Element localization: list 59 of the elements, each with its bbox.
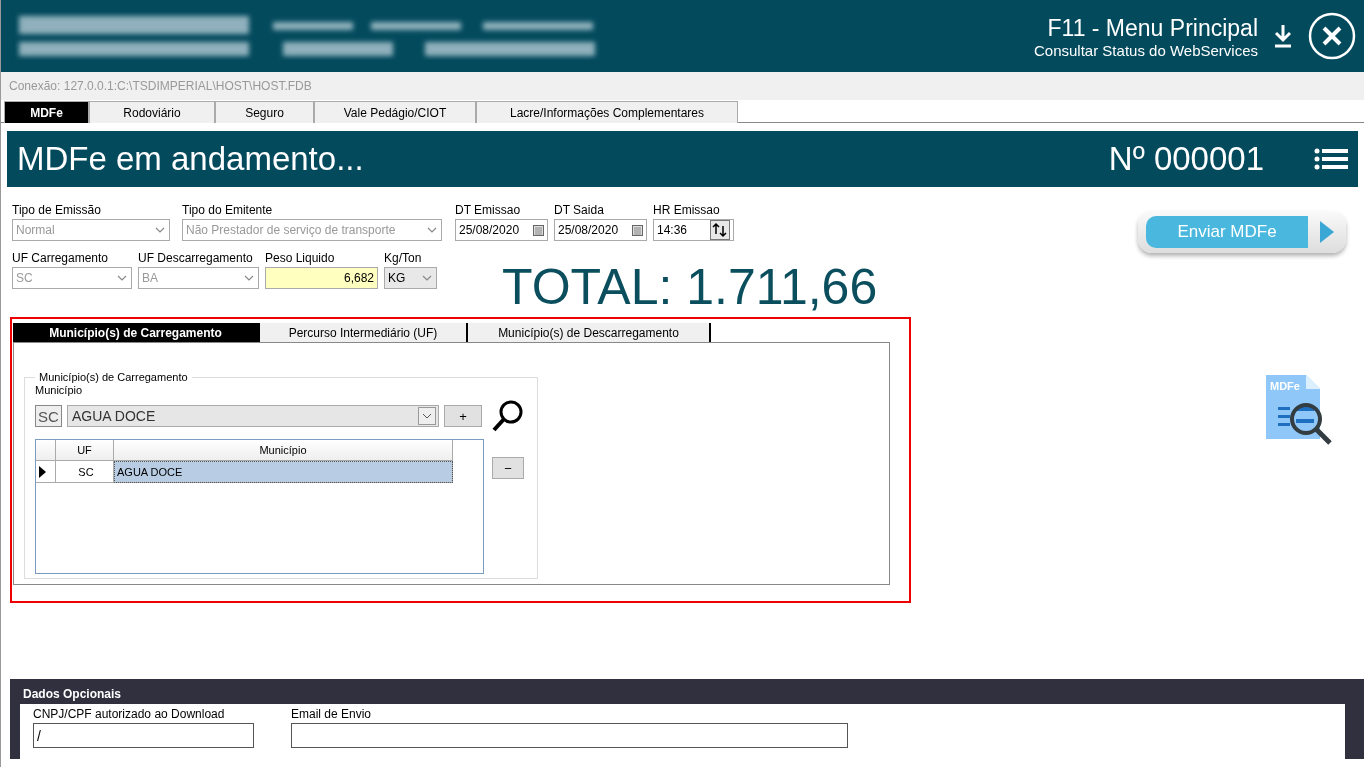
tab[interactable]: Percurso Intermediário (UF) — [260, 323, 468, 342]
tab[interactable]: Seguro — [215, 101, 314, 123]
caret-icon — [421, 274, 433, 282]
time-field[interactable]: 14:36 — [653, 219, 734, 241]
field-label: DT Saida — [554, 203, 605, 217]
field-label: Email de Envio — [291, 707, 373, 721]
menu-title: F11 - Menu Principal — [1047, 13, 1258, 42]
dropdown-field[interactable]: KG — [384, 267, 437, 289]
tab[interactable]: Município(s) de Carregamento — [13, 323, 260, 342]
field-label: Município — [35, 383, 84, 397]
connection-text: Conexão: 127.0.0.1:C:\TSDIMPERIAL\HOST\HOST.FDB — [9, 79, 312, 93]
column-header: UF — [56, 440, 114, 461]
input-field[interactable] — [291, 723, 848, 748]
tab[interactable]: Vale Pedágio/CIOT — [314, 101, 476, 123]
total-amount: TOTAL: 1.711,66 — [502, 259, 879, 315]
date-field[interactable]: 25/08/2020 — [455, 219, 548, 241]
field-label: Kg/Ton — [384, 251, 423, 265]
caret-icon — [154, 226, 166, 234]
calendar-icon[interactable] — [632, 224, 643, 236]
field-label: UF Descarregamento — [138, 251, 254, 265]
field-label: DT Emissao — [455, 203, 522, 217]
spin-icon[interactable] — [710, 220, 730, 240]
caret-icon — [426, 226, 438, 234]
field-label: HR Emissao — [653, 203, 721, 217]
status-title: MDFe em andamento... — [17, 140, 364, 178]
close-icon[interactable] — [1308, 12, 1356, 60]
field-label: Peso Liquido — [265, 251, 336, 265]
document-number: Nº 000001 — [1108, 140, 1264, 178]
field-label: CNPJ/CPF autorizado ao Download — [33, 707, 226, 721]
state-code: SC — [35, 405, 62, 427]
field-label: Tipo do Emitente — [182, 203, 274, 217]
table-cell[interactable]: AGUA DOCE — [114, 461, 453, 483]
icon-label: MDFe — [1270, 380, 1300, 392]
tab[interactable]: Lacre/Informações Complementares — [476, 101, 738, 123]
calendar-icon[interactable] — [533, 224, 544, 236]
dropdown-field[interactable]: AGUA DOCE — [67, 405, 439, 427]
search-icon[interactable] — [491, 399, 525, 433]
table-cell: SC — [56, 461, 114, 483]
input-field[interactable]: / — [33, 723, 254, 748]
add-button[interactable]: + — [444, 405, 482, 427]
list-icon[interactable] — [1314, 148, 1348, 170]
field-label: Tipo de Emissão — [12, 203, 102, 217]
remove-button[interactable]: − — [492, 457, 524, 479]
weight-field[interactable]: 6,682 — [265, 267, 378, 289]
panel-title: Dados Opcionais — [22, 685, 123, 703]
caret-icon — [116, 274, 128, 282]
caret-icon[interactable] — [418, 407, 436, 425]
date-field[interactable]: 25/08/2020 — [554, 219, 647, 241]
group-title: Município(s) de Carregamento — [38, 371, 189, 383]
tab[interactable]: Rodoviário — [89, 101, 215, 123]
caret-icon — [243, 274, 255, 282]
tab[interactable]: MDFe — [4, 101, 89, 123]
row-pointer-icon — [39, 465, 46, 478]
download-icon[interactable] — [1272, 23, 1294, 49]
field-label: UF Carregamento — [12, 251, 110, 265]
tab[interactable]: Município(s) de Descarregamento — [468, 323, 711, 342]
column-header: Município — [114, 440, 453, 461]
status-subtitle: Consultar Status do WebServices — [1034, 41, 1258, 59]
play-icon — [1320, 221, 1334, 243]
